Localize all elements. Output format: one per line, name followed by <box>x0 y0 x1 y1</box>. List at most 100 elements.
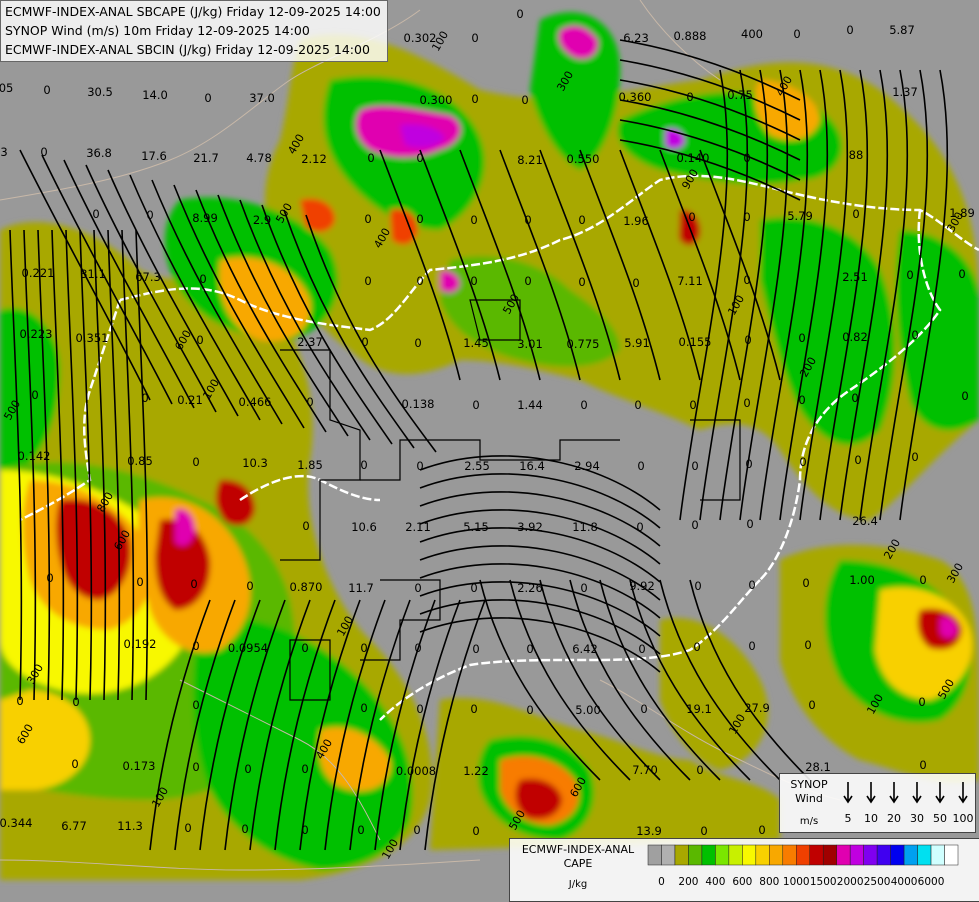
cin-value-label: 30.5 <box>87 85 113 99</box>
wind-legend-title-line2: Wind <box>795 792 823 805</box>
cin-value-label: 0 <box>748 578 755 592</box>
cin-value-label: 0 <box>184 821 191 835</box>
cin-value-label: 0.140 <box>677 151 710 165</box>
header-line-wind: SYNOP Wind (m/s) 10m Friday 12-09-2025 1… <box>5 23 310 38</box>
cin-value-label: 0 <box>472 642 479 656</box>
cin-value-label: 1.22 <box>463 764 489 778</box>
cin-value-label: 0 <box>416 212 423 226</box>
wind-legend-title-line1: SYNOP <box>790 778 828 791</box>
cin-value-label: 0 <box>31 388 38 402</box>
cin-value-label: 0 <box>192 760 199 774</box>
cin-value-label: 0 <box>961 389 968 403</box>
cape-legend-swatch <box>755 844 770 866</box>
cin-value-label: 0.0008 <box>396 764 436 778</box>
cin-value-label: 0 <box>16 694 23 708</box>
cin-value-label: 0 <box>743 151 750 165</box>
wind-legend-speed: 50 <box>933 812 947 825</box>
cin-value-label: 0.870 <box>290 580 323 594</box>
cin-value-label: 0 <box>199 272 206 286</box>
cin-value-label: 0 <box>470 213 477 227</box>
cin-value-label: 0.550 <box>567 152 600 166</box>
cin-value-label: 0 <box>526 642 533 656</box>
cin-value-label: 0 <box>694 579 701 593</box>
cin-value-label: 8.99 <box>192 211 218 225</box>
cin-value-label: 11.8 <box>572 520 598 534</box>
cin-value-label: 26.4 <box>852 514 878 528</box>
cape-legend-swatch <box>917 844 932 866</box>
cin-value-label: 0 <box>192 698 199 712</box>
cin-value-label: 0 <box>632 276 639 290</box>
cin-value-label: 3.92 <box>517 520 543 534</box>
cin-value-label: 0 <box>416 151 423 165</box>
cin-value-label: 21.7 <box>193 151 219 165</box>
cape-legend-swatch <box>661 844 676 866</box>
wind-legend-speed: 100 <box>953 812 974 825</box>
cin-value-label: 1.85 <box>297 458 323 472</box>
cin-value-label: 0 <box>414 641 421 655</box>
cin-value-label: 0.300 <box>420 93 453 107</box>
wind-legend-arrows: 5 10 20 30 50 100 <box>843 782 974 825</box>
wind-legend-speed: 20 <box>887 812 901 825</box>
cin-value-label: 67.3 <box>135 270 161 284</box>
header-line-cin: ECMWF-INDEX-ANAL SBCIN (J/kg) Friday 12-… <box>5 42 370 57</box>
cin-value-label: 0 <box>798 331 805 345</box>
wind-legend-speed: 5 <box>845 812 852 825</box>
cin-value-label: 0.888 <box>674 29 707 43</box>
cin-value-label: 0 <box>414 581 421 595</box>
cin-value-label: 1.45 <box>463 336 489 350</box>
cin-value-label: 5.79 <box>787 209 813 223</box>
cin-value-label: 9.92 <box>629 579 655 593</box>
cin-value-label: 28.1 <box>805 760 831 774</box>
cin-value-label: 0 <box>578 275 585 289</box>
cin-value-label: 4.78 <box>246 151 272 165</box>
cin-value-label: 0 <box>580 398 587 412</box>
cin-value-label: 0 <box>919 573 926 587</box>
cin-value-label: 0 <box>758 823 765 837</box>
cin-value-label: 0 <box>192 455 199 469</box>
cin-value-label: 0 <box>472 398 479 412</box>
wind-legend-arrow <box>866 782 876 804</box>
cin-value-label: 6.77 <box>61 819 87 833</box>
cin-value-label: 0.775 <box>567 337 600 351</box>
cin-value-label: 19.1 <box>686 702 712 716</box>
cin-value-label: 11.7 <box>348 581 374 595</box>
cape-legend-swatch <box>647 844 662 866</box>
cin-value-label: 0 <box>364 274 371 288</box>
cin-value-label: 0 <box>686 90 693 104</box>
cin-value-label: 0 <box>516 7 523 21</box>
cin-value-label: 0 <box>416 274 423 288</box>
cin-value-label: 0 <box>693 640 700 654</box>
cape-legend-tick: 2000 <box>837 876 864 888</box>
wind-legend-title: SYNOP Wind <box>784 778 834 806</box>
cin-value-label: 0 <box>360 458 367 472</box>
cin-value-label: 2.11 <box>405 520 431 534</box>
wind-legend-arrow <box>912 782 922 804</box>
cape-legend-colorbar: 0 200 400 600 800 1000 1500 2000 2500 4000 6000 <box>647 844 959 888</box>
cin-value-label: 5.15 <box>463 520 489 534</box>
cape-legend-swatch <box>930 844 945 866</box>
cin-value-label: 0 <box>367 151 374 165</box>
cin-value-label: 0.351 <box>76 331 109 345</box>
cin-value-label: 0 <box>470 702 477 716</box>
cin-value-label: 2.9 <box>253 213 271 227</box>
cin-value-label: 88 <box>849 148 864 162</box>
cin-value-label: 0 <box>688 210 695 224</box>
cin-value-label: 0 <box>851 391 858 405</box>
cin-value-label: 0 <box>471 92 478 106</box>
cin-value-label: 0 <box>580 581 587 595</box>
cin-value-label: 0 <box>696 763 703 777</box>
cin-value-label: 1.96 <box>623 214 649 228</box>
cape-legend-swatch <box>822 844 837 866</box>
cin-value-label: 2.51 <box>842 270 868 284</box>
cin-value-label: 0 <box>72 695 79 709</box>
cin-value-label: 13.9 <box>636 824 662 838</box>
cin-value-label: 0 <box>746 517 753 531</box>
cape-legend-swatch <box>849 844 864 866</box>
cin-value-label: 0 <box>745 457 752 471</box>
cin-value-label: 16.4 <box>519 459 545 473</box>
cin-value-label: 17.6 <box>141 149 167 163</box>
wind-legend-arrow <box>843 782 853 804</box>
cin-value-label: 31.1 <box>80 267 106 281</box>
cin-value-label: 5.00 <box>575 703 601 717</box>
cin-value-label: 1.89 <box>949 206 975 220</box>
